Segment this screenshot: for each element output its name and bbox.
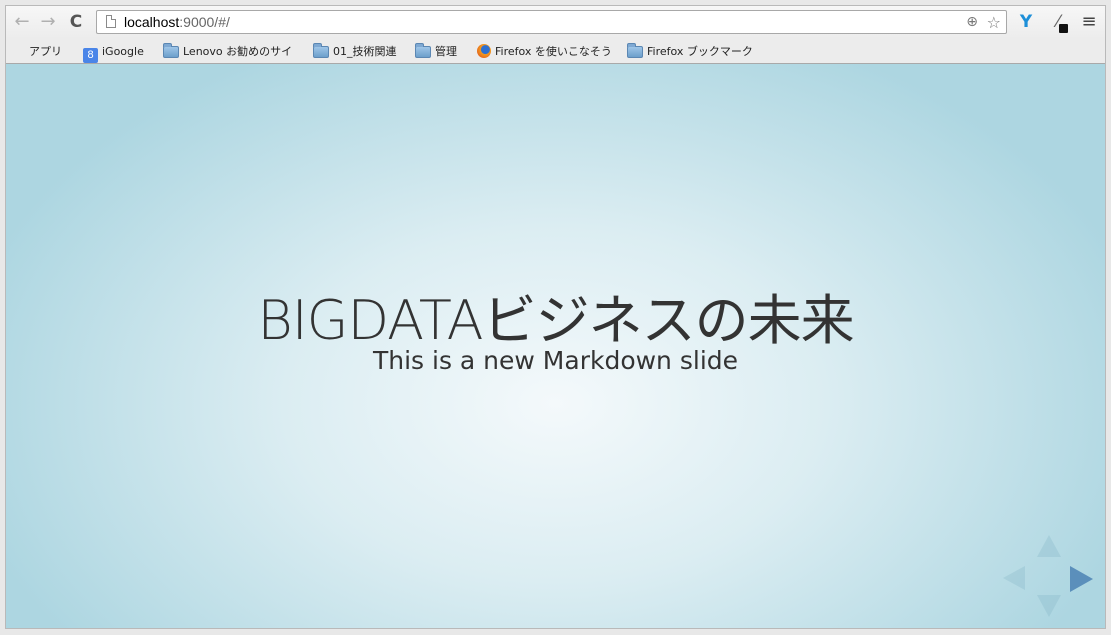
url-host: localhost [124, 14, 180, 30]
eyedropper-extension-icon[interactable]: ⁄ [1047, 11, 1069, 33]
apps-grid-icon [12, 45, 25, 58]
bookmark-folder-tech[interactable]: 01_技術関連 [313, 43, 397, 60]
bookmark-star-icon[interactable]: ☆ [987, 13, 1001, 32]
bookmark-folder-firefox[interactable]: Firefox ブックマーク [627, 43, 753, 60]
slide-navigation-controls [995, 520, 1105, 628]
url-path: :9000/#/ [179, 14, 230, 30]
folder-icon [313, 43, 329, 58]
bookmark-label: Firefox ブックマーク [647, 45, 753, 58]
slide-subtitle: This is a new Markdown slide [372, 346, 739, 375]
nav-left-arrow-icon [1003, 566, 1025, 590]
bookmark-label: アプリ [29, 45, 62, 58]
bookmark-folder-lenovo[interactable]: Lenovo お勧めのサイ [163, 43, 292, 60]
bookmark-apps[interactable]: アプリ [12, 43, 62, 60]
bookmark-label: Lenovo お勧めのサイ [183, 45, 293, 58]
folder-icon [163, 43, 179, 58]
url-text[interactable]: localhost:9000/#/ [124, 14, 230, 30]
bookmark-igoogle[interactable]: 8 iGoogle [83, 43, 144, 63]
firefox-icon [477, 44, 491, 58]
browser-window: ← → C localhost:9000/#/ ⊕ ☆ Y ⁄ ≡ アプリ 8i… [5, 5, 1106, 629]
reload-icon[interactable]: C [66, 12, 86, 32]
back-arrow-icon[interactable]: ← [12, 12, 32, 32]
slide-title: BIGDATAビジネスの未来 [257, 289, 854, 352]
zoom-icon[interactable]: ⊕ [966, 14, 978, 30]
folder-icon [627, 43, 643, 58]
bookmark-label: 管理 [435, 45, 457, 58]
address-bar[interactable]: localhost:9000/#/ ⊕ ☆ [96, 10, 1007, 34]
forward-arrow-icon[interactable]: → [38, 12, 58, 32]
bookmark-folder-admin[interactable]: 管理 [415, 43, 457, 60]
bookmark-label: iGoogle [102, 45, 144, 58]
page-icon [106, 15, 116, 28]
eyedropper-badge [1059, 24, 1068, 33]
browser-toolbar: ← → C localhost:9000/#/ ⊕ ☆ Y ⁄ ≡ [6, 6, 1105, 39]
bookmark-firefox-guide[interactable]: Firefox を使いこなそう [477, 43, 615, 60]
vysor-extension-icon[interactable]: Y [1015, 11, 1037, 33]
bookmark-label: 01_技術関連 [333, 45, 397, 58]
bookmarks-bar: アプリ 8 iGoogle Lenovo お勧めのサイ 01_技術関連 管理 Fi… [6, 39, 1105, 64]
folder-icon [415, 43, 431, 58]
nav-right-arrow-icon[interactable] [1070, 566, 1093, 592]
bookmark-label: Firefox を使いこなそう [495, 45, 612, 58]
google-icon: 8 [83, 48, 98, 63]
nav-up-arrow-icon [1037, 535, 1061, 557]
nav-down-arrow-icon [1037, 595, 1061, 617]
hamburger-menu-icon[interactable]: ≡ [1078, 11, 1100, 33]
slide-viewport: BIGDATAビジネスの未来 This is a new Markdown sl… [6, 64, 1105, 628]
